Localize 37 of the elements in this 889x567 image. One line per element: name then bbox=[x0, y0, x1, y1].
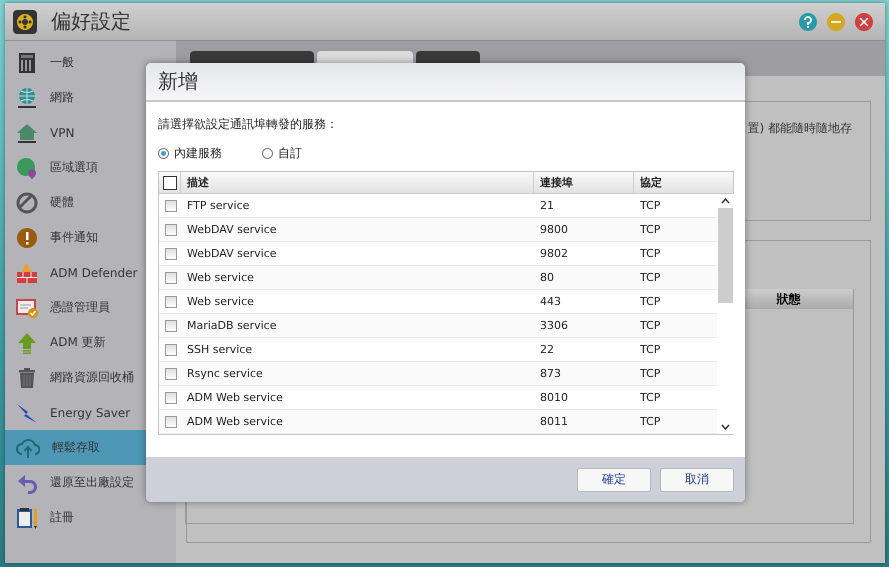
table-cell-text: FTP service bbox=[186, 198, 250, 214]
column-header: 協定 bbox=[639, 175, 663, 191]
table-cell-text: ADM Web service bbox=[186, 414, 284, 430]
table-cell-text: TCP bbox=[639, 198, 662, 214]
description-text: 置) 都能隨時隨地存 bbox=[748, 120, 852, 137]
table-cell-text: WebDAV service bbox=[186, 222, 278, 238]
table-cell-text: 9802 bbox=[539, 246, 569, 262]
table-cell-text: TCP bbox=[639, 222, 662, 238]
table-cell-text: Web service bbox=[186, 270, 255, 286]
table-cell-text: MariaDB service bbox=[186, 318, 278, 334]
table-cell-text: 80 bbox=[539, 270, 555, 286]
table-cell-text: TCP bbox=[639, 390, 662, 406]
table-cell-text: TCP bbox=[639, 294, 662, 310]
table-cell-text: TCP bbox=[639, 366, 662, 382]
table-cell-text: TCP bbox=[639, 342, 662, 358]
table-cell-text: 873 bbox=[539, 366, 562, 382]
table-cell-text: 3306 bbox=[539, 318, 569, 334]
table-cell-text: Web service bbox=[186, 294, 255, 310]
table-cell-text: 22 bbox=[539, 342, 555, 358]
dialog-title: 新增 bbox=[158, 68, 198, 95]
table-cell-text: TCP bbox=[639, 270, 662, 286]
table-cell-text: TCP bbox=[639, 318, 662, 334]
table-cell-text: 443 bbox=[539, 294, 562, 310]
table-cell-text: TCP bbox=[639, 414, 662, 430]
table-cell-text: 8010 bbox=[539, 390, 569, 406]
table-cell-text: 9800 bbox=[539, 222, 569, 238]
table-cell-text: ADM Web service bbox=[186, 390, 284, 406]
column-header: 描述 bbox=[181, 172, 534, 193]
table-cell-text: SSH service bbox=[186, 342, 254, 358]
table-cell-text: TCP bbox=[639, 246, 662, 262]
table-cell-text: 21 bbox=[539, 198, 555, 214]
window-title: 偏好設定 bbox=[51, 8, 132, 35]
prompt-text: 請選擇欲設定通訊埠轉發的服務： bbox=[158, 116, 338, 133]
table-cell-text: WebDAV service bbox=[186, 246, 278, 262]
table-cell-text: 8011 bbox=[539, 414, 569, 430]
column-header: 連接埠 bbox=[534, 172, 634, 193]
table-cell-text: Rsync service bbox=[186, 366, 264, 382]
